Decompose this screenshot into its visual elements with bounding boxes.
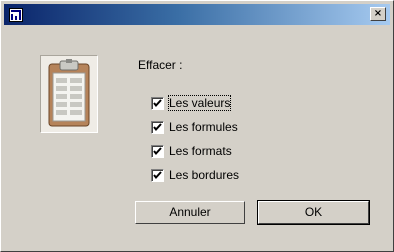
checkbox-formats-box[interactable] — [151, 144, 164, 158]
checkmark-icon — [153, 170, 162, 179]
checkbox-borders[interactable]: Les bordures — [151, 167, 239, 183]
close-icon: × — [373, 8, 383, 19]
excel-app-icon[interactable] — [9, 8, 23, 22]
clipboard-illustration — [40, 55, 98, 133]
checkbox-values-box[interactable] — [151, 96, 164, 110]
checkbox-formats[interactable]: Les formats — [151, 143, 232, 159]
titlebar[interactable]: × — [4, 4, 390, 25]
checkbox-borders-box[interactable] — [151, 168, 164, 182]
checkmark-icon — [153, 146, 162, 155]
checkbox-formulas[interactable]: Les formules — [151, 119, 238, 135]
clear-heading: Effacer : — [138, 58, 183, 72]
checkbox-formulas-box[interactable] — [151, 120, 164, 134]
checkbox-values-label: Les valeurs — [167, 95, 232, 111]
ok-button[interactable]: OK — [257, 200, 370, 225]
dialog-window: × Effacer : Les valeurs Les formules Les… — [0, 0, 394, 252]
checkmark-icon — [153, 122, 162, 131]
close-button[interactable]: × — [370, 7, 386, 21]
cancel-button[interactable]: Annuler — [135, 201, 245, 224]
checkbox-borders-label: Les bordures — [169, 168, 240, 182]
checkbox-formats-label: Les formats — [169, 144, 232, 158]
checkbox-formulas-label: Les formules — [169, 120, 238, 134]
checkmark-icon — [153, 98, 162, 107]
clipboard-icon — [48, 59, 90, 127]
checkbox-values[interactable]: Les valeurs — [151, 95, 232, 111]
